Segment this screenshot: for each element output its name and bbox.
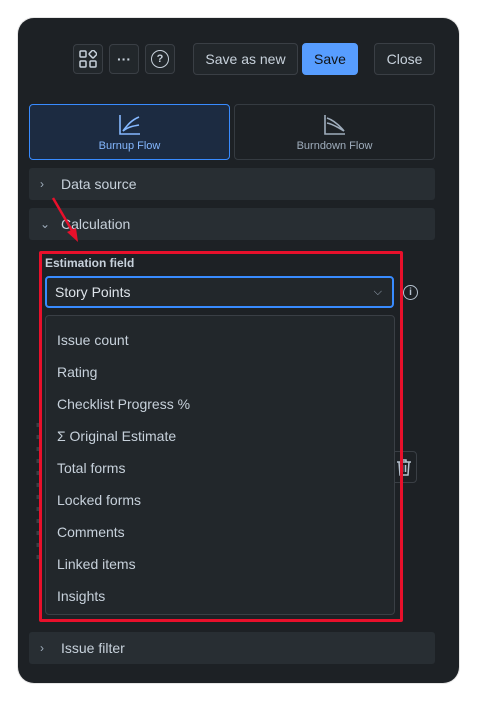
chart-settings-panel: ··· ? Save as new Save Close Burnup Flow…: [18, 18, 459, 683]
chevron-right-icon: ›: [40, 641, 44, 655]
chart-type-label: Burndown Flow: [296, 140, 373, 152]
section-issue-filter[interactable]: › Issue filter: [29, 632, 435, 664]
section-title: Issue filter: [61, 640, 125, 656]
section-calculation[interactable]: ⌄ Calculation: [29, 208, 435, 240]
save-as-new-button[interactable]: Save as new: [193, 43, 298, 75]
more-button[interactable]: ···: [109, 44, 139, 74]
chart-type-burndown[interactable]: Burndown Flow: [234, 104, 435, 160]
save-button[interactable]: Save: [302, 43, 358, 75]
chevron-down-icon: ⌄: [40, 217, 51, 231]
burndown-icon: [323, 115, 345, 135]
section-title: Calculation: [61, 216, 131, 232]
help-button[interactable]: ?: [145, 44, 175, 74]
annotation-highlight-box: [39, 251, 403, 622]
chevron-right-icon: ›: [40, 177, 44, 191]
section-data-source[interactable]: › Data source: [29, 168, 435, 200]
chart-type-label: Burnup Flow: [98, 140, 161, 152]
apps-button[interactable]: [73, 44, 103, 74]
info-icon[interactable]: i: [403, 285, 418, 300]
chart-type-burnup[interactable]: Burnup Flow: [29, 104, 230, 160]
help-icon: ?: [151, 50, 169, 68]
burnup-icon: [118, 115, 140, 135]
apps-icon: [79, 50, 97, 68]
section-title: Data source: [61, 176, 137, 192]
close-button[interactable]: Close: [374, 43, 435, 75]
